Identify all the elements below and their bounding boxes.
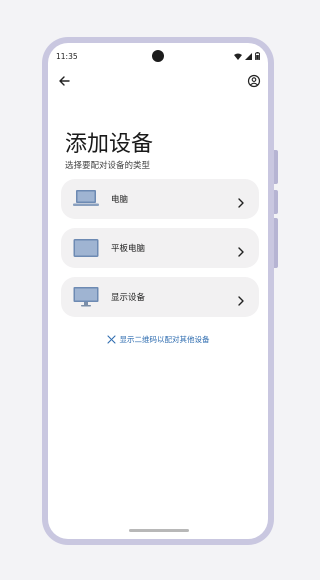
device-option-label: 平板电脑 bbox=[111, 244, 146, 254]
status-time: 11:35 bbox=[56, 52, 78, 61]
account-circle-icon bbox=[247, 74, 261, 88]
qr-icon bbox=[106, 334, 116, 346]
device-option-label: 电脑 bbox=[111, 195, 129, 205]
chevron-right-icon bbox=[237, 242, 245, 261]
signal-icon bbox=[245, 52, 252, 60]
page-title: 添加设备 bbox=[65, 132, 154, 157]
power-button bbox=[274, 150, 278, 184]
back-button[interactable] bbox=[56, 73, 72, 89]
home-indicator[interactable] bbox=[129, 529, 189, 532]
account-button[interactable] bbox=[246, 73, 262, 89]
show-qr-code-link[interactable]: 显示二维码以配对其他设备 bbox=[48, 334, 268, 346]
status-icons bbox=[234, 52, 260, 60]
laptop-icon bbox=[73, 189, 99, 213]
monitor-icon bbox=[73, 287, 99, 311]
device-option-label: 显示设备 bbox=[111, 293, 146, 303]
status-bar: 11:35 bbox=[48, 43, 268, 69]
device-option-computer[interactable]: 电脑 bbox=[61, 179, 259, 219]
chevron-right-icon bbox=[237, 193, 245, 212]
battery-icon bbox=[255, 52, 260, 60]
chevron-right-icon bbox=[237, 291, 245, 310]
phone-screen: 11:35 添加设备 选择要配对设备的类型 电脑 平板电脑 显示设备 显示二维码… bbox=[48, 43, 268, 539]
tablet-icon bbox=[73, 238, 99, 262]
page-subtitle: 选择要配对设备的类型 bbox=[65, 161, 151, 171]
device-option-tablet[interactable]: 平板电脑 bbox=[61, 228, 259, 268]
show-qr-code-label: 显示二维码以配对其他设备 bbox=[119, 335, 210, 344]
device-option-display[interactable]: 显示设备 bbox=[61, 277, 259, 317]
wifi-icon bbox=[234, 53, 242, 60]
volume-up-button bbox=[274, 190, 278, 214]
arrow-back-icon bbox=[59, 76, 70, 86]
volume-down-button bbox=[274, 218, 278, 268]
